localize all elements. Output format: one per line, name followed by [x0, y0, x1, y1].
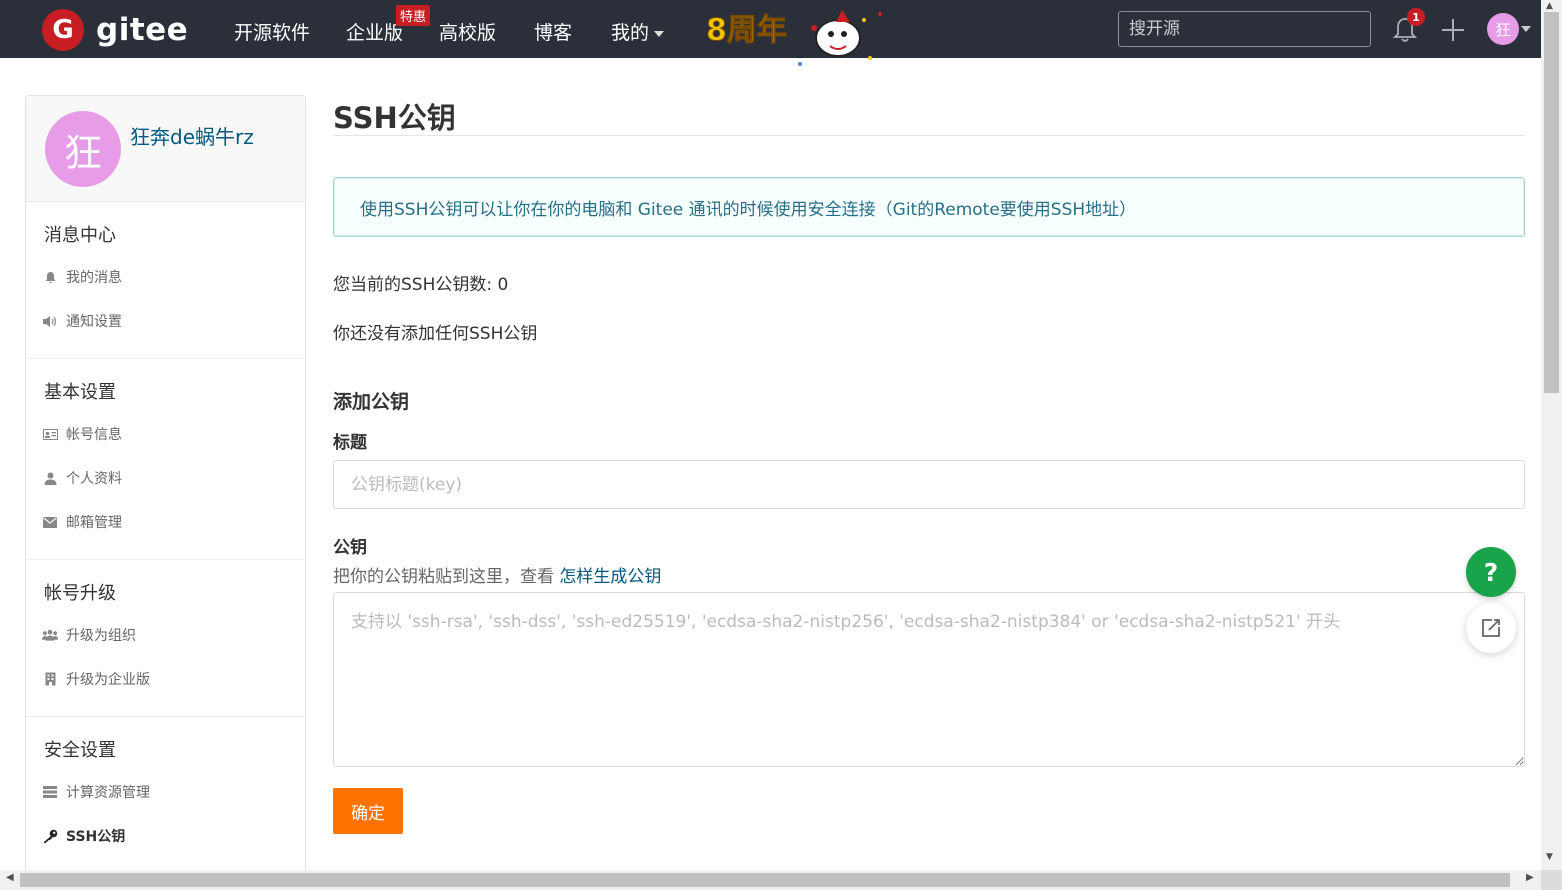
sidebar-item-label: 个人资料 [66, 471, 122, 487]
key-field-label: 公钥 [333, 538, 367, 558]
ssh-key-count: 您当前的SSH公钥数: 0 [333, 275, 509, 295]
nav-blog[interactable]: 博客 [534, 18, 572, 45]
sidebar-item-upgrade-org[interactable]: 升级为组织 [26, 613, 305, 657]
title-field-label: 标题 [333, 433, 367, 453]
confirm-button[interactable]: 确定 [333, 788, 403, 834]
mail-icon [42, 515, 58, 529]
info-text: 使用SSH公钥可以让你在你的电脑和 Gitee 通讯的时候使用安全连接（Git的… [360, 199, 1137, 220]
vertical-scrollbar-thumb[interactable] [1544, 12, 1559, 393]
id-card-icon [42, 427, 58, 441]
plus-icon[interactable] [1440, 17, 1466, 43]
sidebar-item-label: 升级为企业版 [66, 672, 150, 688]
notification-count-badge: 1 [1407, 8, 1425, 26]
users-icon [42, 628, 58, 642]
sidebar-item-my-messages[interactable]: 我的消息 [26, 255, 305, 299]
key-hint-text: 把你的公钥粘贴到这里，查看 [333, 567, 560, 587]
sidebar-item-label: 我的消息 [66, 270, 122, 286]
scroll-left-arrow-icon[interactable]: ◀ [6, 872, 14, 883]
profile-avatar[interactable]: 狂 [45, 111, 121, 187]
section-account-upgrade: 帐号升级 升级为组织 升级为企业版 [26, 560, 305, 717]
settings-sidebar: 狂 狂奔de蜗牛rz 消息中心 我的消息 通知设置 基本设置 帐号信息 个人资料… [25, 95, 306, 885]
external-link-icon [1482, 619, 1500, 637]
anniversary-text: 8周年 [706, 13, 787, 48]
horizontal-scrollbar-thumb[interactable] [20, 873, 1510, 887]
page-title: SSH公钥 [333, 101, 456, 135]
sidebar-item-label: 邮箱管理 [66, 515, 122, 531]
section-title: 消息中心 [44, 225, 116, 246]
section-security: 安全设置 计算资源管理 SSH公钥 [26, 717, 305, 884]
anniversary-mascot-icon: 8周年 [706, 10, 882, 66]
key-hint: 把你的公钥粘贴到这里，查看 怎样生成公钥 [333, 562, 1525, 587]
sidebar-item-label: 通知设置 [66, 314, 122, 330]
sidebar-profile: 狂 狂奔de蜗牛rz [26, 96, 305, 202]
nav-enterprise[interactable]: 企业版 [346, 18, 403, 45]
sidebar-item-notification-settings[interactable]: 通知设置 [26, 299, 305, 343]
anniversary-banner[interactable]: 8周年 [704, 6, 890, 68]
title-divider [333, 135, 1525, 136]
sidebar-item-label: 计算资源管理 [66, 785, 150, 801]
section-messages: 消息中心 我的消息 通知设置 [26, 202, 305, 359]
server-icon [42, 785, 58, 799]
volume-icon [42, 314, 58, 328]
how-to-generate-key-link[interactable]: 怎样生成公钥 [559, 567, 661, 587]
enterprise-promo-badge: 特惠 [396, 5, 431, 26]
sidebar-item-label: 升级为组织 [66, 628, 136, 644]
feedback-button[interactable] [1466, 603, 1516, 653]
scroll-right-arrow-icon[interactable]: ▶ [1526, 872, 1534, 883]
nav-education[interactable]: 高校版 [439, 18, 496, 45]
no-ssh-key-message: 你还没有添加任何SSH公钥 [333, 324, 538, 344]
key-icon [42, 829, 58, 843]
nav-mine-label: 我的 [611, 22, 650, 44]
nav-mine-dropdown[interactable]: 我的 [611, 18, 665, 45]
scrollbar-corner [1541, 870, 1562, 890]
top-navbar: G gitee 开源软件 企业版 特惠 高校版 博客 我的 8周年 1 狂 [0, 0, 1541, 66]
sidebar-item-profile[interactable]: 个人资料 [26, 456, 305, 500]
profile-name-link[interactable]: 狂奔de蜗牛rz [130, 121, 254, 150]
search-input[interactable] [1118, 11, 1371, 47]
add-key-heading: 添加公钥 [333, 391, 410, 413]
chevron-down-icon [654, 30, 665, 37]
public-key-textarea[interactable] [333, 592, 1525, 767]
user-icon [42, 471, 58, 485]
sidebar-item-email[interactable]: 邮箱管理 [26, 500, 305, 544]
scroll-up-arrow-icon[interactable]: ▲ [1546, 1, 1553, 11]
gitee-logo-mark: G [42, 9, 84, 51]
gitee-logo-text: gitee [96, 12, 189, 48]
section-title: 安全设置 [44, 740, 116, 761]
sidebar-item-account-info[interactable]: 帐号信息 [26, 412, 305, 456]
scroll-down-arrow-icon[interactable]: ▼ [1546, 852, 1553, 862]
sidebar-item-label: SSH公钥 [66, 829, 126, 845]
bell-icon [42, 270, 58, 284]
section-title: 基本设置 [44, 382, 116, 403]
key-title-input[interactable] [333, 460, 1525, 509]
ssh-info-message: 使用SSH公钥可以让你在你的电脑和 Gitee 通讯的时候使用安全连接（Git的… [333, 177, 1525, 237]
user-avatar[interactable]: 狂 [1487, 13, 1519, 45]
building-icon [42, 672, 58, 686]
section-title: 帐号升级 [44, 583, 116, 604]
help-button[interactable]: ? [1466, 547, 1516, 597]
sidebar-item-compute-resources[interactable]: 计算资源管理 [26, 770, 305, 814]
sidebar-item-label: 帐号信息 [66, 427, 122, 443]
gitee-logo[interactable]: G gitee [42, 9, 188, 51]
avatar-chevron-down-icon[interactable] [1521, 26, 1531, 32]
sidebar-item-ssh-keys[interactable]: SSH公钥 [26, 814, 305, 858]
nav-open-source[interactable]: 开源软件 [234, 18, 310, 45]
sidebar-item-upgrade-enterprise[interactable]: 升级为企业版 [26, 657, 305, 701]
section-basic-settings: 基本设置 帐号信息 个人资料 邮箱管理 [26, 359, 305, 560]
main-content: SSH公钥 使用SSH公钥可以让你在你的电脑和 Gitee 通讯的时候使用安全连… [333, 95, 1525, 834]
